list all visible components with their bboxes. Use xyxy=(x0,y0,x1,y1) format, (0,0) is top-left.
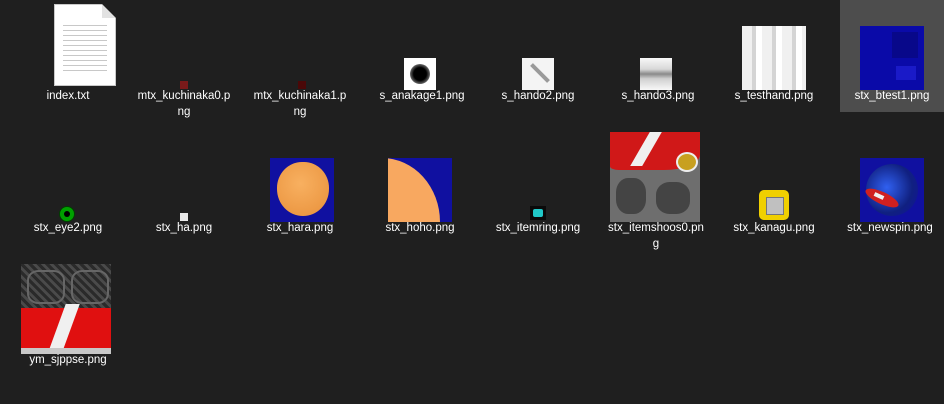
file-item-index-txt[interactable]: index.txt xyxy=(18,0,118,128)
text-file-icon xyxy=(18,0,118,88)
file-name: stx_hara.png xyxy=(266,222,334,234)
file-name: s_anakage1.png xyxy=(379,90,465,102)
file-name: stx_itemshoos0.png xyxy=(608,222,704,250)
file-item-stx-hara[interactable]: stx_hara.png xyxy=(250,132,350,260)
file-item-ym-sjppse[interactable]: ym_sjppse.png xyxy=(18,264,118,392)
mtx-kuchinaka0-thumbnail xyxy=(134,0,234,89)
file-item-s-hando3[interactable]: s_hando3.png xyxy=(608,0,708,128)
stx-itemring-thumbnail xyxy=(488,132,588,220)
stx-hara-thumbnail xyxy=(250,132,350,222)
file-item-s-anakage1[interactable]: s_anakage1.png xyxy=(372,0,472,128)
file-item-stx-newspin[interactable]: stx_newspin.png xyxy=(840,132,940,260)
s-testhand-thumbnail xyxy=(724,0,824,90)
file-explorer-icon-view: index.txt mtx_kuchinaka0.png mtx_kuchina… xyxy=(0,0,944,404)
file-item-stx-itemshoos0[interactable]: stx_itemshoos0.png xyxy=(606,132,706,260)
ym-sjppse-thumbnail xyxy=(18,264,118,354)
file-name: stx_newspin.png xyxy=(847,222,933,234)
file-item-mtx-kuchinaka1[interactable]: mtx_kuchinaka1.png xyxy=(250,0,350,128)
file-item-s-hando2[interactable]: s_hando2.png xyxy=(488,0,588,128)
file-name: stx_ha.png xyxy=(155,222,213,234)
s-hando3-thumbnail xyxy=(608,0,708,90)
file-name: mtx_kuchinaka0.png xyxy=(137,90,231,118)
file-name: index.txt xyxy=(46,90,90,102)
file-name: stx_kanagu.png xyxy=(733,222,815,234)
file-name: s_hando2.png xyxy=(501,90,575,102)
file-item-stx-kanagu[interactable]: stx_kanagu.png xyxy=(724,132,824,260)
stx-hoho-thumbnail xyxy=(370,132,470,222)
stx-ha-thumbnail xyxy=(134,132,234,221)
file-name: s_testhand.png xyxy=(734,90,814,102)
file-item-mtx-kuchinaka0[interactable]: mtx_kuchinaka0.png xyxy=(134,0,234,128)
file-name: stx_btest1.png xyxy=(854,90,930,102)
file-item-stx-itemring[interactable]: stx_itemring.png xyxy=(488,132,588,260)
stx-kanagu-thumbnail xyxy=(724,132,824,220)
s-hando2-thumbnail xyxy=(488,0,588,90)
file-item-stx-eye2[interactable]: stx_eye2.png xyxy=(18,132,118,260)
file-item-stx-ha[interactable]: stx_ha.png xyxy=(134,132,234,260)
stx-eye2-thumbnail xyxy=(18,132,118,222)
s-anakage1-thumbnail xyxy=(372,0,472,90)
file-name: stx_hoho.png xyxy=(385,222,455,234)
file-item-s-testhand[interactable]: s_testhand.png xyxy=(724,0,824,128)
file-name: ym_sjppse.png xyxy=(29,354,107,366)
file-name: s_hando3.png xyxy=(621,90,695,102)
file-name: stx_itemring.png xyxy=(495,222,581,234)
file-name: stx_eye2.png xyxy=(33,222,103,234)
file-item-stx-hoho[interactable]: stx_hoho.png xyxy=(370,132,470,260)
file-item-stx-btest1[interactable]: stx_btest1.png xyxy=(840,0,944,112)
file-name: mtx_kuchinaka1.png xyxy=(253,90,347,118)
mtx-kuchinaka1-thumbnail xyxy=(250,0,350,89)
stx-btest1-thumbnail xyxy=(840,0,944,90)
stx-newspin-thumbnail xyxy=(840,132,940,222)
stx-itemshoos0-thumbnail xyxy=(606,132,706,222)
